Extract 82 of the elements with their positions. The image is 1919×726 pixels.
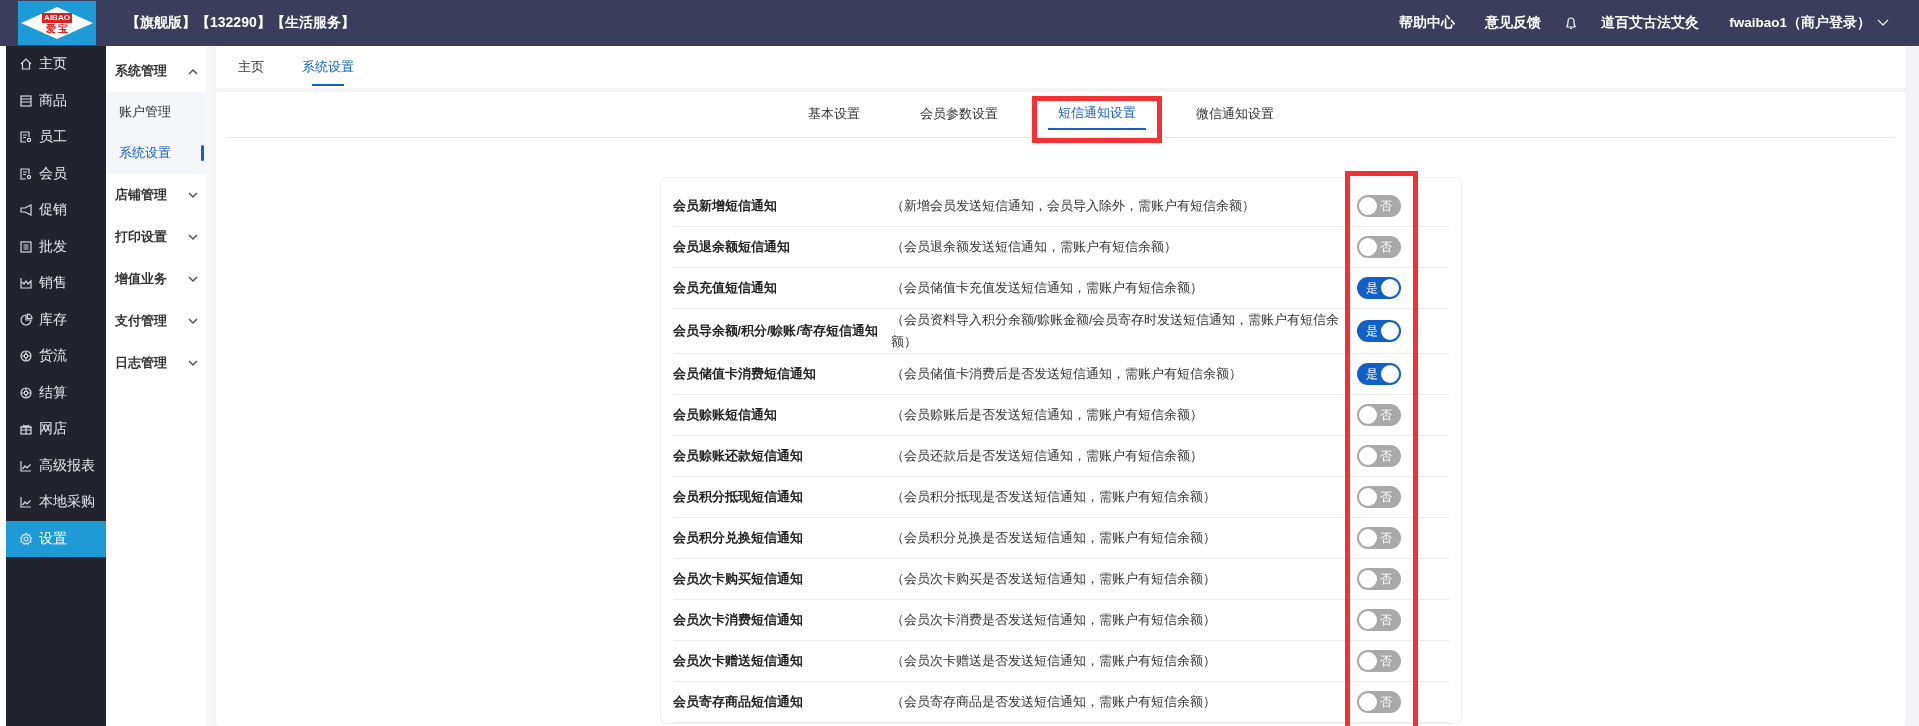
setting-label: 会员次卡消费短信通知 (672, 612, 804, 629)
header-link[interactable]: 帮助中心 (1399, 14, 1456, 32)
line-chart-icon (19, 495, 33, 510)
subtab[interactable]: 会员参数设置 (909, 99, 1008, 130)
sidebar-group[interactable]: 支付管理 (106, 300, 206, 342)
nav-item[interactable]: 商品 (6, 82, 106, 119)
setting-description: （会员储值卡消费后是否发送短信通知，需账户有短信余额） (890, 366, 1243, 383)
setting-description: （会员次卡购买是否发送短信通知，需账户有短信余额） (890, 571, 1217, 588)
gift-icon (19, 422, 33, 437)
setting-label: 会员积分兑换短信通知 (672, 530, 804, 547)
toggle-switch[interactable]: 是 (1356, 277, 1401, 299)
setting-label: 会员积分抵现短信通知 (672, 489, 804, 506)
setting-label: 会员储值卡消费短信通知 (672, 366, 817, 383)
home-icon (19, 57, 33, 72)
subtab[interactable]: 短信通知设置 (1047, 99, 1146, 130)
logo-text: AIBAO (42, 12, 72, 23)
sidebar-group[interactable]: 系统管理 (106, 50, 206, 92)
header-link[interactable]: 意见反馈 (1485, 14, 1542, 32)
bar-chart-icon (19, 276, 33, 291)
setting-description: （会员次卡赠送是否发送短信通知，需账户有短信余额） (890, 653, 1217, 670)
setting-description: （会员储值卡充值发送短信通知，需账户有短信余额） (890, 280, 1204, 297)
setting-label: 会员寄存商品短信通知 (672, 693, 804, 711)
sidebar-group[interactable]: 增值业务 (106, 258, 206, 300)
nav-item[interactable]: 本地采购 (6, 484, 106, 521)
subtab[interactable]: 微信通知设置 (1185, 99, 1284, 130)
setting-label: 会员次卡赠送短信通知 (672, 653, 804, 670)
setting-label: 会员赊账短信通知 (672, 407, 778, 424)
nav-item[interactable]: 销售 (6, 265, 106, 302)
nav-item[interactable]: 库存 (6, 301, 106, 338)
line-chart-icon (19, 458, 33, 473)
setting-description: （会员积分兑换是否发送短信通知，需账户有短信余额） (890, 530, 1217, 547)
megaphone-icon (19, 203, 33, 218)
chevron-down-icon (188, 359, 198, 367)
pie-chart-icon (19, 312, 33, 327)
setting-label: 会员导余额/积分/赊账/寄存短信通知 (672, 322, 879, 340)
nav-item[interactable]: 货流 (6, 338, 106, 375)
setting-description: （会员赊账后是否发送短信通知，需账户有短信余额） (890, 407, 1204, 424)
chevron-down-icon (1877, 19, 1889, 27)
nav-item[interactable]: 促销 (6, 192, 106, 229)
setting-label: 会员次卡购买短信通知 (672, 571, 804, 588)
sidebar-group[interactable]: 店铺管理 (106, 174, 206, 216)
nav-item[interactable]: 网店 (6, 411, 106, 448)
logo-text: 爱 宝 (43, 22, 71, 34)
sidebar-item[interactable]: 系统设置 (106, 133, 206, 174)
store-name[interactable]: 道百艾古法艾灸 (1601, 14, 1700, 32)
chevron-up-icon (188, 67, 198, 75)
setting-label: 会员退余额短信通知 (672, 239, 791, 256)
user-menu[interactable]: fwaibao1（商户登录） (1729, 14, 1889, 32)
nav-item[interactable]: 批发 (6, 228, 106, 265)
setting-description: （会员还款后是否发送短信通知，需账户有短信余额） (890, 448, 1204, 465)
chevron-down-icon (188, 191, 198, 199)
tab[interactable]: 主页 (236, 46, 266, 88)
setting-description: （会员退余额发送短信通知，需账户有短信余额） (890, 239, 1178, 256)
toggle-switch[interactable]: 是 (1356, 363, 1401, 385)
setting-description: （会员资料导入积分余额/赊账金额/会员寄存时发送短信通知，需账户有短信余额） (890, 312, 1341, 351)
setting-description: （会员寄存商品是否发送短信通知，需账户有短信余额） (890, 694, 1217, 711)
nav-item[interactable]: 结算 (6, 374, 106, 411)
chevron-down-icon (188, 275, 198, 283)
toggle-switch[interactable]: 是 (1356, 320, 1401, 342)
setting-description: （新增会员发送短信通知，会员导入除外，需账户有短信余额） (890, 198, 1256, 215)
nav-item[interactable]: 主页 (6, 46, 106, 83)
tab[interactable]: 系统设置 (300, 46, 356, 88)
sidebar-item[interactable]: 账户管理 (106, 92, 206, 133)
document-icon (19, 166, 33, 181)
nav-item[interactable]: 会员 (6, 155, 106, 192)
nav-item[interactable]: 员工 (6, 119, 106, 156)
settings-icon (19, 531, 33, 546)
edition-info: 【旗舰版】【132290】【生活服务】 (126, 14, 355, 32)
setting-label: 会员赊账还款短信通知 (672, 448, 804, 465)
nav-item[interactable]: 高级报表 (6, 447, 106, 484)
list-icon (19, 239, 33, 254)
setting-label: 会员新增短信通知 (672, 198, 778, 215)
sidebar-group[interactable]: 日志管理 (106, 342, 206, 384)
setting-description: （会员次卡消费是否发送短信通知，需账户有短信余额） (890, 612, 1217, 629)
subtab[interactable]: 基本设置 (797, 99, 870, 130)
chevron-down-icon (188, 317, 198, 325)
sidebar-group[interactable]: 打印设置 (106, 216, 206, 258)
setting-description: （会员积分抵现是否发送短信通知，需账户有短信余额） (890, 489, 1217, 506)
chevron-down-icon (188, 233, 198, 241)
setting-label: 会员充值短信通知 (672, 280, 778, 297)
bell-icon (1565, 16, 1578, 30)
document-icon (19, 130, 33, 145)
